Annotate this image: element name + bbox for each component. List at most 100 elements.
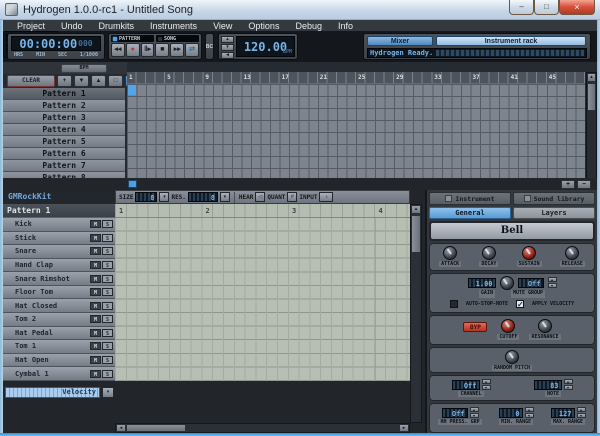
solo-button[interactable]: S [102, 342, 113, 350]
spin-up-icon[interactable]: ▴ [482, 379, 491, 384]
spin-down-icon[interactable]: ▾ [470, 413, 479, 418]
instrument-row-tom-2[interactable]: Tom 2MS [3, 313, 115, 327]
active-sequence-cell[interactable] [128, 85, 136, 95]
timeline-bpm-button[interactable]: BPM [61, 64, 107, 73]
bpm-down-button[interactable]: ▾ [221, 44, 234, 51]
mute-button[interactable]: M [90, 329, 101, 337]
filter-bypass-button[interactable]: BYP [463, 322, 487, 332]
tab-sound-library[interactable]: Sound library [513, 192, 595, 205]
menu-item-debug[interactable]: Debug [287, 21, 330, 31]
record-button[interactable]: ● [126, 43, 140, 57]
solo-button[interactable]: S [102, 370, 113, 378]
zoom-in-button[interactable]: + [561, 180, 575, 189]
mute-button[interactable]: M [90, 315, 101, 323]
menu-item-undo[interactable]: Undo [53, 21, 91, 31]
maximize-button[interactable]: □ [534, 0, 559, 15]
mute-button[interactable]: M [90, 220, 101, 228]
metronome-button[interactable]: ◄ [221, 52, 234, 59]
instrument-row-cymbal-1[interactable]: Cymbal 1MS [3, 367, 115, 381]
horizontal-scroll-thumb[interactable] [128, 180, 137, 188]
menu-item-options[interactable]: Options [240, 21, 287, 31]
attack-knob[interactable] [443, 246, 457, 260]
pattern-editor-vertical-scrollbar[interactable]: ▴ [410, 204, 422, 423]
instrument-row-tom-1[interactable]: Tom 1MS [3, 340, 115, 354]
hear-notes-button[interactable]: ◁ [255, 192, 265, 202]
random-pitch-knob[interactable] [505, 350, 519, 364]
spin-up-icon[interactable]: ▴ [548, 277, 557, 282]
menu-item-drumkits[interactable]: Drumkits [91, 21, 143, 31]
play-pause-button[interactable]: ‖▸ [141, 43, 155, 57]
spin-down-icon[interactable]: ▾ [577, 413, 586, 418]
mute-button[interactable]: M [90, 356, 101, 364]
vertical-scroll-thumb[interactable] [411, 215, 421, 253]
apply-velocity-checkbox[interactable] [516, 300, 524, 308]
bpm-up-button[interactable]: ▴ [221, 36, 234, 43]
zoom-out-button[interactable]: − [577, 180, 591, 189]
min-range-spinner[interactable]: ▴ ▾ [525, 407, 534, 418]
tab-general[interactable]: General [429, 207, 511, 219]
gain-knob[interactable] [500, 276, 514, 290]
spin-down-icon[interactable]: ▾ [564, 385, 573, 390]
instrument-rack-button[interactable]: Instrument rack [436, 36, 586, 46]
note-grid[interactable] [115, 218, 410, 381]
quantize-button[interactable]: # [287, 192, 297, 202]
solo-button[interactable]: S [102, 234, 113, 242]
note-property-dropdown-button[interactable]: ▾ [102, 387, 114, 398]
solo-button[interactable]: S [102, 247, 113, 255]
hh-pressure-group-spinner[interactable]: ▴ ▾ [470, 407, 479, 418]
pattern-row-1[interactable]: Pattern 1 [3, 88, 125, 100]
mute-button[interactable]: M [90, 261, 101, 269]
mixer-button[interactable]: Mixer [367, 36, 433, 46]
add-pattern-button[interactable]: + [57, 75, 72, 87]
instrument-row-kick[interactable]: KickMS [3, 218, 115, 232]
instrument-row-hat-open[interactable]: Hat OpenMS [3, 354, 115, 368]
solo-button[interactable]: S [102, 315, 113, 323]
solo-button[interactable]: S [102, 220, 113, 228]
mute-button[interactable]: M [90, 288, 101, 296]
song-sequence-grid[interactable] [127, 84, 585, 180]
solo-button[interactable]: S [102, 329, 113, 337]
rewind-button[interactable]: ◂◂ [111, 43, 125, 57]
forward-button[interactable]: ▸▸ [170, 43, 184, 57]
spin-down-icon[interactable]: ▾ [548, 283, 557, 288]
minimize-button[interactable]: – [509, 0, 534, 15]
instrument-row-hand-clap[interactable]: Hand ClapMS [3, 259, 115, 273]
beat-counter-button[interactable]: BC [205, 33, 214, 60]
mute-button[interactable]: M [90, 302, 101, 310]
mute-button[interactable]: M [90, 234, 101, 242]
resolution-dropdown-button[interactable]: ▾ [220, 192, 230, 202]
select-mode-button[interactable]: □ [108, 75, 123, 87]
pattern-row-2[interactable]: Pattern 2 [3, 100, 125, 112]
song-editor-vertical-scrollbar[interactable]: ▴ [586, 72, 597, 180]
move-pattern-up-button[interactable]: ▲ [91, 75, 106, 87]
pattern-row-5[interactable]: Pattern 5 [3, 136, 125, 148]
note-spinner[interactable]: ▴ ▾ [564, 379, 573, 390]
spin-down-icon[interactable]: ▾ [482, 385, 491, 390]
solo-button[interactable]: S [102, 288, 113, 296]
song-timeline-ruler[interactable]: 15913172125293337414549 [127, 72, 585, 84]
close-button[interactable]: × [559, 0, 595, 15]
instrument-row-hat-pedal[interactable]: Hat PedalMS [3, 327, 115, 341]
mute-button[interactable]: M [90, 342, 101, 350]
pattern-row-4[interactable]: Pattern 4 [3, 124, 125, 136]
instrument-row-hat-closed[interactable]: Hat ClosedMS [3, 299, 115, 313]
menu-item-project[interactable]: Project [9, 21, 53, 31]
mute-button[interactable]: M [90, 370, 101, 378]
pattern-editor-horizontal-scrollbar[interactable]: ◂ ▸ [115, 423, 410, 433]
horizontal-scroll-thumb[interactable] [126, 424, 186, 432]
mute-group-spinner[interactable]: ▴ ▾ [548, 277, 557, 288]
song-mode-toggle[interactable]: SONG [156, 35, 199, 42]
instrument-row-floor-tom[interactable]: Floor TomMS [3, 286, 115, 300]
spin-up-icon[interactable]: ▴ [525, 407, 534, 412]
mute-button[interactable]: M [90, 247, 101, 255]
channel-spinner[interactable]: ▴ ▾ [482, 379, 491, 390]
tab-instrument[interactable]: Instrument [429, 192, 511, 205]
move-pattern-down-button[interactable]: ▼ [74, 75, 89, 87]
mute-button[interactable]: M [90, 275, 101, 283]
solo-button[interactable]: S [102, 261, 113, 269]
scroll-left-button[interactable]: ◂ [116, 424, 126, 432]
loop-button[interactable]: ⇄ [185, 43, 199, 57]
pattern-mode-toggle[interactable]: PATTERN [111, 35, 154, 42]
clear-pattern-sequence-button[interactable]: CLEAR [7, 75, 55, 87]
stop-button[interactable]: ■ [155, 43, 169, 57]
